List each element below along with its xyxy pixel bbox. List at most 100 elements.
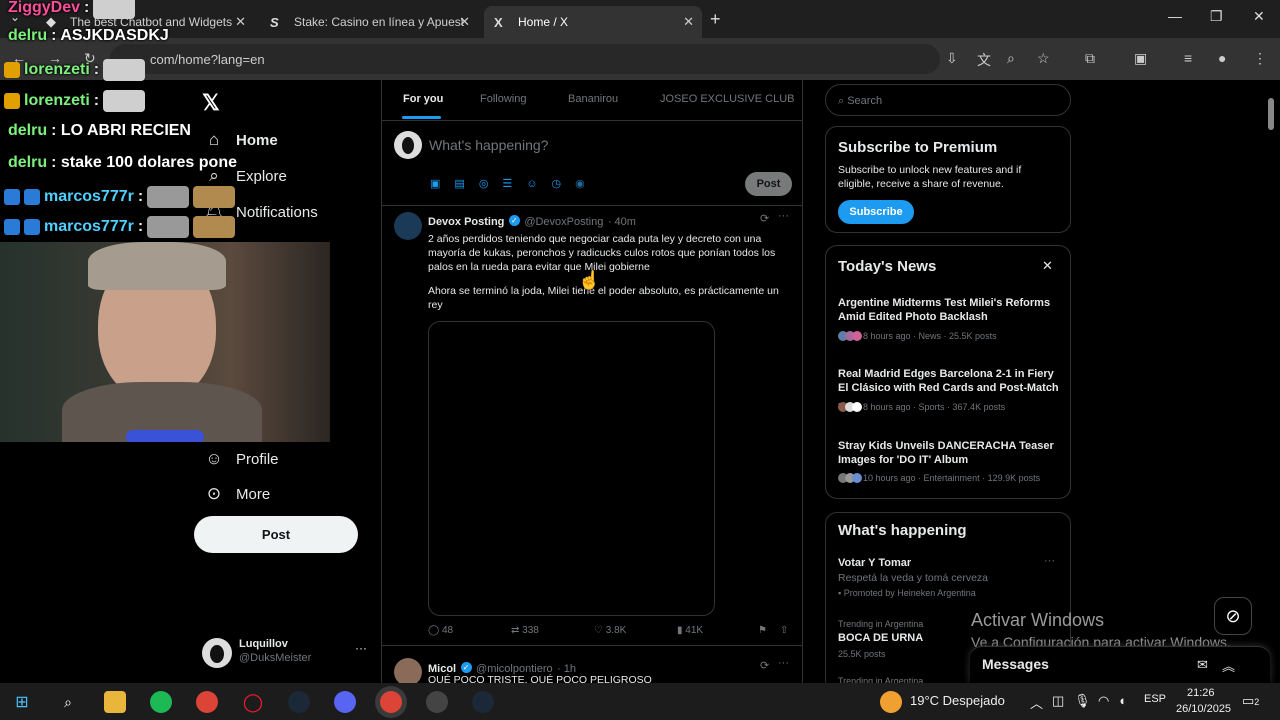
close-icon[interactable]: ✕ [1042, 258, 1053, 274]
file-explorer-icon[interactable] [104, 691, 126, 713]
devices-icon[interactable]: ▣ [1134, 50, 1147, 67]
tray-chevron-icon[interactable]: ︿ [1030, 693, 1043, 712]
schedule-icon[interactable]: ◷ [552, 178, 576, 190]
close-window-button[interactable]: ✕ [1253, 8, 1265, 25]
more-dots-icon[interactable]: ··· [1044, 555, 1055, 567]
grok-icon[interactable]: ⟳ [760, 212, 769, 225]
wifi-icon[interactable]: ◠ [1098, 693, 1109, 709]
tab-joseo-club[interactable]: JOSEO EXCLUSIVE CLUB [660, 93, 795, 105]
profile-avatar-icon[interactable]: ● [1218, 50, 1226, 66]
image-icon[interactable]: ▣ [430, 178, 454, 190]
opera-icon[interactable]: ◯ [242, 691, 264, 713]
tab-for-you[interactable]: For you [403, 93, 443, 105]
media-icon[interactable]: ≡ [1184, 50, 1192, 66]
news-item-title[interactable]: Argentine Midterms Test Milei's Reforms … [838, 296, 1062, 324]
x-logo-icon[interactable]: 𝕏 [202, 90, 220, 116]
notifications-icon[interactable]: ▭2 [1242, 693, 1259, 709]
grok-icon[interactable]: ⟳ [760, 659, 769, 672]
microphone-icon[interactable]: 🎙︎ [1074, 693, 1091, 709]
chrome-active-icon[interactable] [380, 691, 402, 713]
spotify-icon[interactable] [150, 691, 172, 713]
steam-icon[interactable] [472, 691, 494, 713]
search-icon[interactable]: ⌕ [57, 691, 79, 713]
tweet[interactable]: Micol ✓ @micolpontiero · 1h ⟳ ··· QUÉ PO… [382, 654, 802, 683]
obs-icon[interactable] [426, 691, 448, 713]
expand-up-icon[interactable]: ︽ [1222, 656, 1235, 675]
views-button[interactable]: ▮ 41K [677, 625, 703, 636]
watermark-title: Activar Windows [971, 610, 1105, 630]
trend-posts: 25.5K posts [838, 649, 886, 659]
nav-home[interactable]: ⌂ Home [202, 130, 278, 150]
ad-promoted: ▪ Promoted by Heineken Argentina [838, 588, 976, 598]
tab-home-x[interactable]: X Home / X ✕ [484, 6, 702, 38]
url-bar[interactable]: com/home?lang=en [110, 44, 940, 74]
weather-icon[interactable] [880, 691, 902, 713]
composer-input[interactable]: What's happening? [429, 137, 548, 153]
share-icon[interactable]: ⇧ [780, 625, 788, 636]
extensions-icon[interactable]: ⧉ [1085, 50, 1095, 67]
emote-icon [103, 59, 146, 81]
tweet-text: QUÉ POCO TRISTE, QUÉ POCO PELIGROSO [428, 674, 652, 683]
post-button[interactable]: Post [194, 516, 358, 553]
gif-icon[interactable]: ▤ [454, 178, 478, 190]
new-message-icon[interactable]: ✉ [1197, 657, 1208, 673]
subscribe-button[interactable]: Subscribe [838, 200, 914, 224]
tab-bananirou[interactable]: Bananirou [568, 93, 618, 105]
steam-icon[interactable] [288, 691, 310, 713]
search-input[interactable]: ⌕ Search [825, 84, 1071, 116]
more-dots-icon[interactable]: ··· [355, 641, 367, 655]
verified-badge-icon: ✓ [460, 662, 472, 674]
grok-icon[interactable]: ◎ [479, 178, 503, 190]
like-button[interactable]: ♡ 3.8K [594, 625, 626, 636]
new-tab-button[interactable]: + [710, 9, 721, 30]
page-scrollbar[interactable] [1268, 98, 1274, 130]
composer-post-button[interactable]: Post [745, 172, 792, 196]
windows-start-icon[interactable]: ⊞ [11, 691, 33, 713]
trend-name[interactable]: BOCA DE URNA [838, 632, 923, 644]
menu-icon[interactable]: ⋮ [1253, 50, 1267, 67]
account-switcher[interactable]: Luquillov @DuksMeister ··· [200, 634, 370, 674]
tweet-author-name[interactable]: Devox Posting [428, 216, 504, 228]
reply-button[interactable]: ◯ 48 [428, 625, 453, 636]
emote-icon [103, 90, 146, 112]
tweet-media[interactable] [428, 321, 715, 616]
beanie [88, 242, 226, 290]
ad-title[interactable]: Votar Y Tomar [838, 557, 911, 569]
tab-title: Home / X [518, 15, 569, 29]
chrome-icon[interactable] [196, 691, 218, 713]
crown-badge-icon [4, 62, 20, 78]
chat-message: delru: ASJKDASDKJ [8, 27, 169, 44]
close-tab-icon[interactable]: ✕ [459, 14, 470, 30]
close-tab-icon[interactable]: ✕ [683, 14, 694, 30]
tray-app-icon[interactable]: ◫ [1052, 693, 1064, 709]
crown-badge-icon [4, 93, 20, 109]
more-dots-icon[interactable]: ··· [778, 210, 789, 222]
tab-following[interactable]: Following [480, 93, 526, 105]
location-icon[interactable]: ◉ [575, 178, 599, 190]
language-indicator[interactable]: ESP [1144, 693, 1166, 705]
nav-profile[interactable]: ☺ Profile [202, 449, 278, 469]
tab-stake[interactable]: S Stake: Casino en línea y Apuest ✕ [260, 6, 478, 38]
clock-date[interactable]: 26/10/2025 [1176, 703, 1231, 715]
zoom-icon[interactable]: ⌕ [1007, 50, 1015, 67]
grok-button-icon[interactable]: ⊘ [1214, 597, 1252, 635]
bookmark-star-icon[interactable]: ☆ [1037, 50, 1050, 67]
repost-button[interactable]: ⇄ 338 [511, 625, 539, 636]
discord-icon[interactable] [334, 691, 356, 713]
tweet-time: · 40m [607, 216, 636, 228]
emoji-icon[interactable]: ☺ [526, 178, 551, 190]
clock-time[interactable]: 21:26 [1187, 687, 1215, 699]
more-dots-icon[interactable]: ··· [778, 657, 789, 669]
weather-text[interactable]: 19°C Despejado [910, 693, 1005, 708]
volume-icon[interactable]: ◖ [1118, 693, 1126, 708]
nav-more[interactable]: ⊙ More [202, 484, 270, 504]
close-tab-icon[interactable]: ✕ [235, 14, 246, 30]
news-item-title[interactable]: Stray Kids Unveils DANCERACHA Teaser Ima… [838, 439, 1062, 467]
messages-drawer[interactable]: Messages ✉ ︽ [970, 646, 1270, 683]
poll-icon[interactable]: ☰ [502, 178, 526, 190]
bookmark-icon[interactable]: ⚑ [758, 625, 767, 636]
install-icon[interactable]: ⇩ [946, 50, 958, 67]
maximize-button[interactable]: ❐ [1210, 8, 1223, 25]
minimize-button[interactable]: — [1168, 8, 1182, 24]
translate-icon[interactable]: 文 [977, 50, 991, 70]
